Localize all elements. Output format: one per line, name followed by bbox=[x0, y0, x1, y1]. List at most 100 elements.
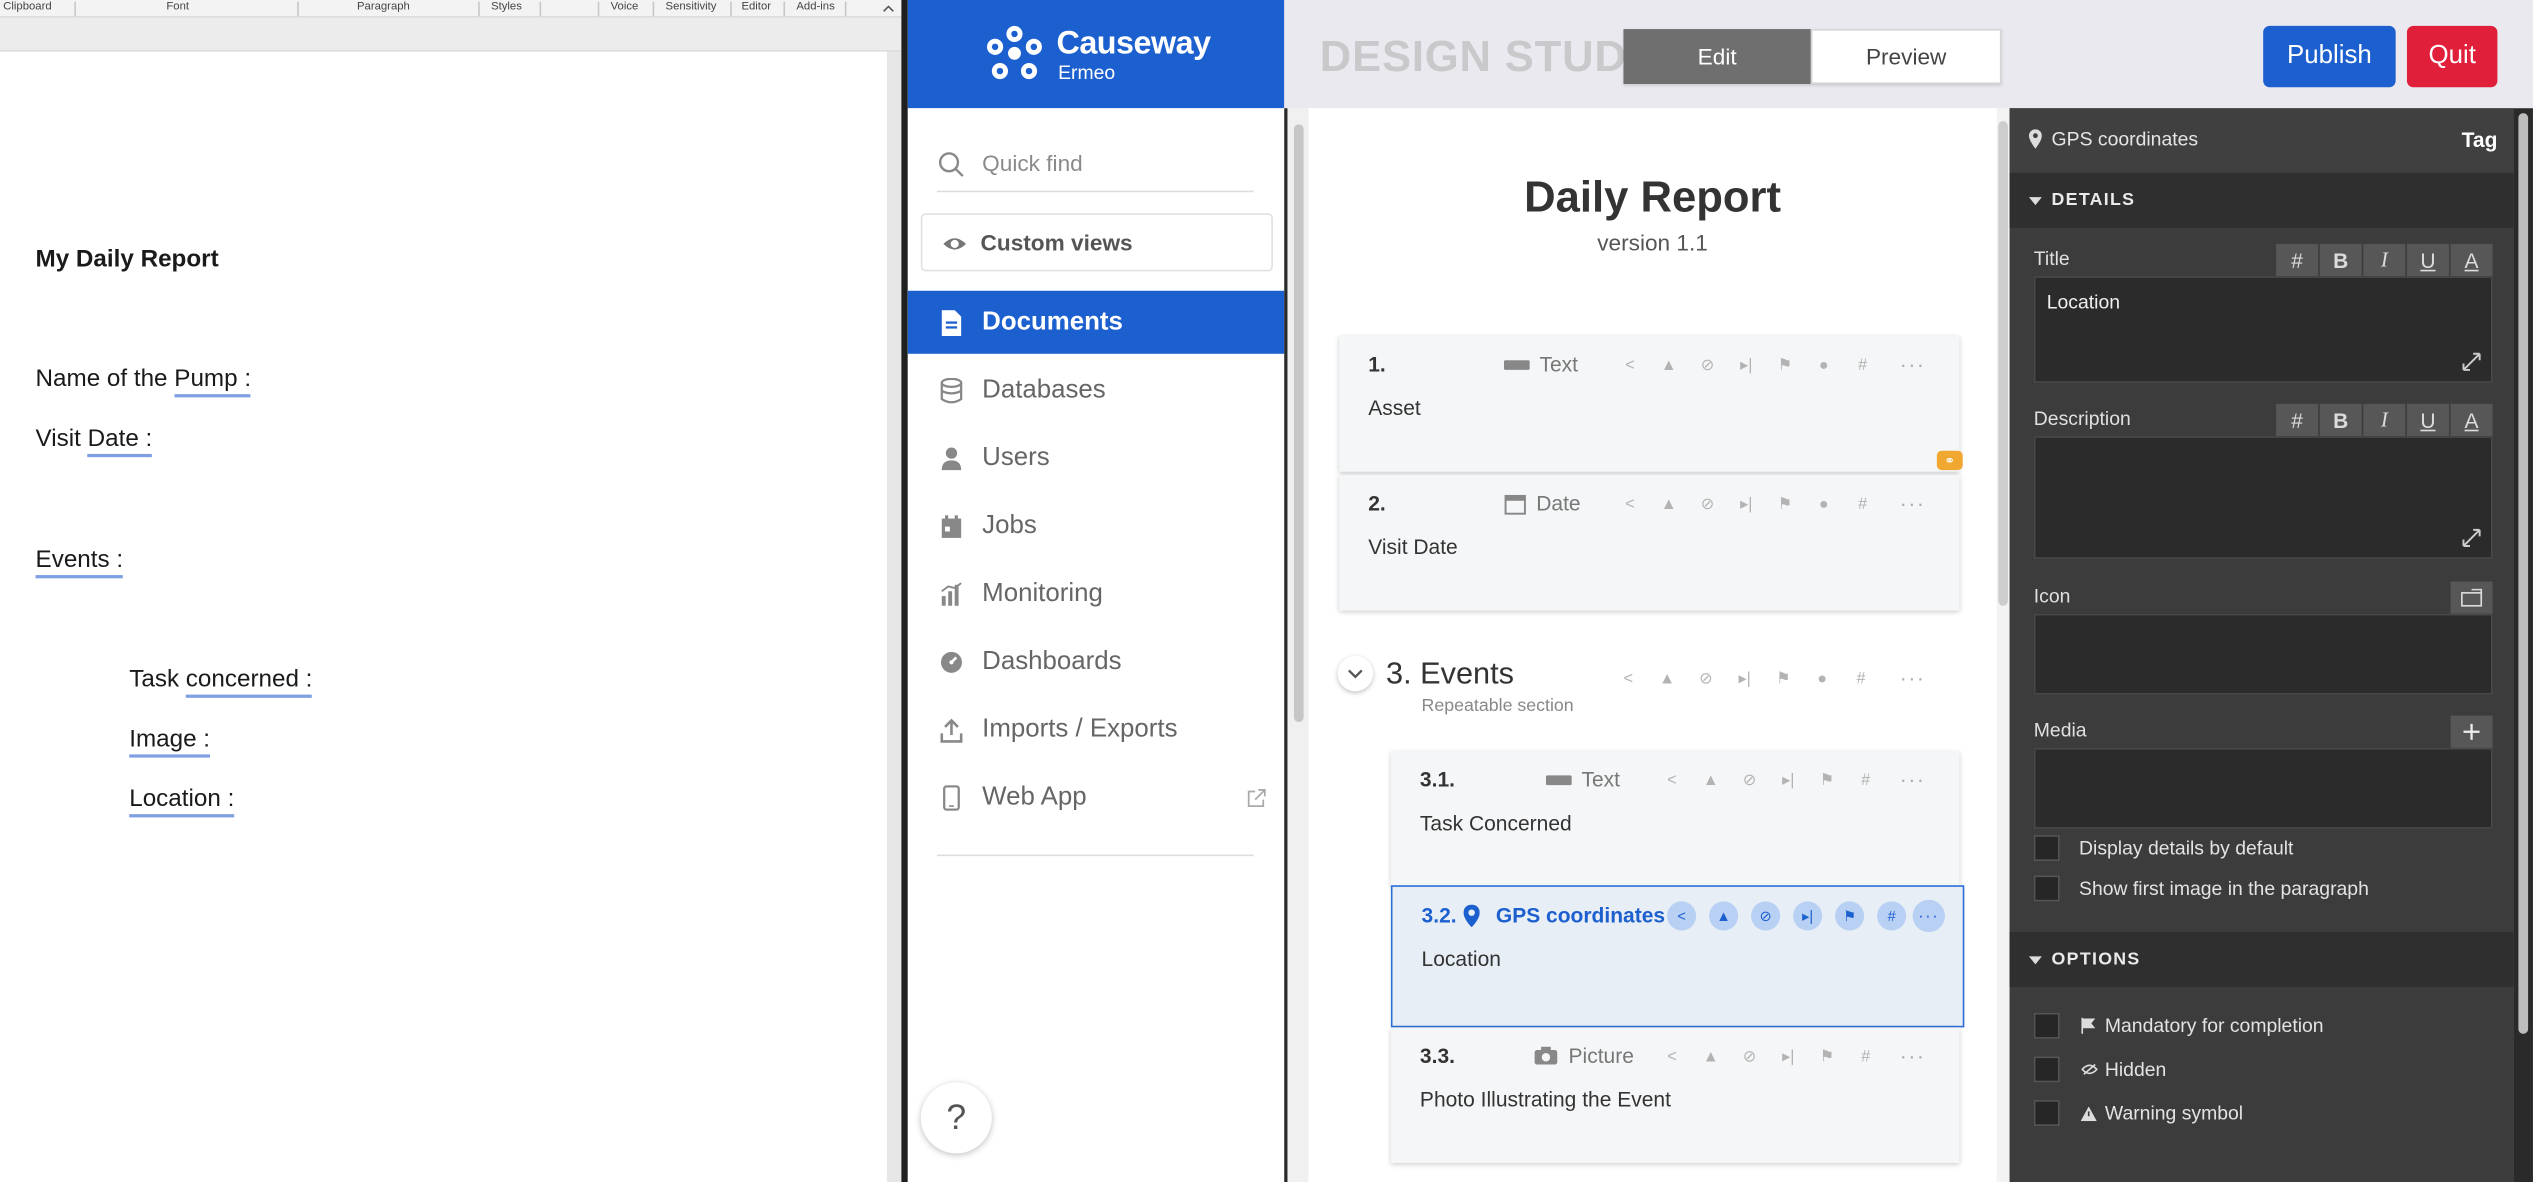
hash-icon[interactable]: # bbox=[1877, 901, 1907, 931]
flag-icon[interactable]: ⚑ bbox=[1772, 491, 1798, 517]
hash-button[interactable]: # bbox=[2276, 243, 2319, 277]
share-icon[interactable]: < bbox=[1659, 1044, 1685, 1070]
sidebar-item-databases[interactable]: Databases bbox=[908, 359, 1284, 422]
collapse-ribbon-icon[interactable] bbox=[882, 3, 895, 13]
bold-button[interactable]: B bbox=[2319, 403, 2362, 437]
hidden-checkbox[interactable] bbox=[2033, 1056, 2060, 1083]
hidden-icon[interactable]: ⊘ bbox=[1695, 491, 1721, 517]
sidebar-item-imports-exports[interactable]: Imports / Exports bbox=[908, 698, 1284, 761]
skip-icon[interactable]: ▸| bbox=[1793, 901, 1823, 931]
hash-button[interactable]: # bbox=[2276, 403, 2319, 437]
flag-icon[interactable]: ⚑ bbox=[1772, 352, 1798, 378]
warning-checkbox[interactable] bbox=[2033, 1100, 2060, 1126]
skip-icon[interactable]: ▸| bbox=[1775, 767, 1801, 793]
ribbon-editor[interactable]: Editor bbox=[741, 0, 771, 16]
scrollbar-thumb[interactable] bbox=[2518, 113, 2529, 1034]
flag-icon[interactable]: ⚑ bbox=[1814, 1044, 1840, 1070]
sidebar-item-jobs[interactable]: Jobs bbox=[908, 494, 1284, 557]
field-card-asset[interactable]: 1. Text < ▲ ⊘ ▸| ⚑ ● # ··· Asset bbox=[1339, 336, 1960, 472]
more-options-button[interactable]: ··· bbox=[1912, 899, 1945, 933]
flag-icon[interactable]: ⚑ bbox=[1814, 767, 1840, 793]
link-icon[interactable]: ⚭ bbox=[1936, 450, 1963, 471]
sidebar-item-users[interactable]: Users bbox=[908, 426, 1284, 489]
hash-icon[interactable]: # bbox=[1850, 352, 1876, 378]
location-pin-icon[interactable]: ● bbox=[1809, 666, 1835, 692]
warning-icon[interactable]: ▲ bbox=[1709, 901, 1739, 931]
warning-icon[interactable]: ▲ bbox=[1656, 352, 1682, 378]
media-field[interactable] bbox=[2033, 747, 2493, 829]
field-card-gps-coordinates[interactable]: 3.2. GPS coordinates < ▲ ⊘ ▸| ⚑ # ··· Locatio… bbox=[1390, 885, 1965, 1028]
show-first-image-checkbox[interactable] bbox=[2033, 875, 2060, 902]
more-options-button[interactable]: ··· bbox=[1900, 767, 1926, 791]
share-icon[interactable]: < bbox=[1617, 491, 1643, 517]
quit-button[interactable]: Quit bbox=[2406, 25, 2498, 88]
field-card-visit-date[interactable]: 2. Date < ▲ ⊘ ▸| ⚑ ● # ··· Visit Date bbox=[1339, 474, 1960, 611]
sidebar-item-documents[interactable]: Documents bbox=[907, 290, 1285, 354]
more-options-button[interactable]: ··· bbox=[1900, 491, 1926, 515]
more-options-button[interactable]: ··· bbox=[1900, 1044, 1926, 1068]
skip-icon[interactable]: ▸| bbox=[1733, 352, 1759, 378]
location-pin-icon[interactable]: ● bbox=[1811, 352, 1837, 378]
hash-icon[interactable]: # bbox=[1850, 491, 1876, 517]
hash-icon[interactable]: # bbox=[1853, 1044, 1879, 1070]
italic-button[interactable]: I bbox=[2363, 243, 2406, 277]
publish-button[interactable]: Publish bbox=[2263, 25, 2396, 88]
warning-icon[interactable]: ▲ bbox=[1698, 767, 1724, 793]
logo[interactable]: Causeway Ermeo bbox=[907, 0, 1285, 109]
more-options-button[interactable]: ··· bbox=[1900, 352, 1926, 376]
text-color-button[interactable]: A bbox=[2450, 403, 2493, 437]
hidden-icon[interactable]: ⊘ bbox=[1737, 767, 1763, 793]
more-options-button[interactable]: ··· bbox=[1900, 666, 1926, 690]
warning-icon[interactable]: ▲ bbox=[1654, 666, 1680, 692]
section-title[interactable]: 3. Events bbox=[1386, 657, 1514, 693]
help-button[interactable]: ? bbox=[920, 1082, 992, 1154]
skip-icon[interactable]: ▸| bbox=[1733, 491, 1759, 517]
skip-icon[interactable]: ▸| bbox=[1732, 666, 1758, 692]
properties-scrollbar[interactable] bbox=[2513, 108, 2533, 1182]
scrollbar-thumb[interactable] bbox=[1998, 121, 2008, 606]
location-pin-icon[interactable]: ● bbox=[1811, 491, 1837, 517]
mandatory-checkbox[interactable] bbox=[2033, 1012, 2060, 1039]
display-details-checkbox[interactable] bbox=[2033, 835, 2060, 862]
hash-icon[interactable]: # bbox=[1853, 767, 1879, 793]
warning-option[interactable]: Warning symbol bbox=[2033, 1100, 2243, 1126]
show-first-image-option[interactable]: Show first image in the paragraph bbox=[2033, 875, 2369, 902]
hidden-icon[interactable]: ⊘ bbox=[1695, 352, 1721, 378]
warning-icon[interactable]: ▲ bbox=[1656, 491, 1682, 517]
sidebar-scrollbar[interactable] bbox=[1289, 108, 1309, 1182]
text-color-button[interactable]: A bbox=[2450, 243, 2493, 277]
hidden-icon[interactable]: ⊘ bbox=[1693, 666, 1719, 692]
quick-find[interactable]: Quick find bbox=[936, 141, 1254, 193]
sidebar-item-monitoring[interactable]: Monitoring bbox=[908, 562, 1284, 625]
title-field[interactable]: Location bbox=[2033, 276, 2493, 383]
underline-button[interactable]: U bbox=[2406, 403, 2449, 437]
italic-button[interactable]: I bbox=[2363, 403, 2406, 437]
ribbon-voice[interactable]: Voice bbox=[611, 0, 639, 16]
ribbon-clipboard[interactable]: Clipboard bbox=[3, 0, 51, 16]
quick-find-input[interactable]: Quick find bbox=[982, 150, 1083, 176]
field-card-picture[interactable]: 3.3. Picture < ▲ ⊘ ▸| ⚑ # ··· Photo Illustrat… bbox=[1390, 1027, 1960, 1164]
details-section-header[interactable]: DETAILS bbox=[2009, 172, 2514, 228]
external-link-icon[interactable] bbox=[1247, 788, 1266, 807]
ribbon-styles[interactable]: Styles bbox=[491, 0, 522, 16]
mandatory-option[interactable]: Mandatory for completion bbox=[2033, 1012, 2324, 1039]
flag-icon[interactable]: ⚑ bbox=[1835, 901, 1865, 931]
icon-picker-button[interactable] bbox=[2450, 581, 2493, 614]
sidebar-item-web-app[interactable]: Web App bbox=[908, 766, 1284, 829]
custom-views-button[interactable]: Custom views bbox=[920, 213, 1273, 272]
field-card-task-concerned[interactable]: 3.1. Text < ▲ ⊘ ▸| ⚑ # ··· Task Concerned bbox=[1390, 751, 1960, 887]
share-icon[interactable]: < bbox=[1617, 352, 1643, 378]
ribbon-sensitivity[interactable]: Sensitivity bbox=[666, 0, 717, 16]
share-icon[interactable]: < bbox=[1615, 666, 1641, 692]
scrollbar-thumb[interactable] bbox=[1293, 124, 1304, 723]
hidden-icon[interactable]: ⊘ bbox=[1751, 901, 1781, 931]
flag-icon[interactable]: ⚑ bbox=[1770, 666, 1796, 692]
sidebar-item-dashboards[interactable]: Dashboards bbox=[908, 630, 1284, 693]
collapse-section-button[interactable] bbox=[1337, 655, 1374, 692]
description-field[interactable] bbox=[2033, 436, 2493, 559]
hidden-icon[interactable]: ⊘ bbox=[1737, 1044, 1763, 1070]
ribbon-add-ins[interactable]: Add-ins bbox=[796, 0, 834, 16]
underline-button[interactable]: U bbox=[2406, 243, 2449, 277]
expand-icon[interactable] bbox=[2462, 352, 2481, 371]
tab-edit[interactable]: Edit bbox=[1623, 29, 1811, 85]
